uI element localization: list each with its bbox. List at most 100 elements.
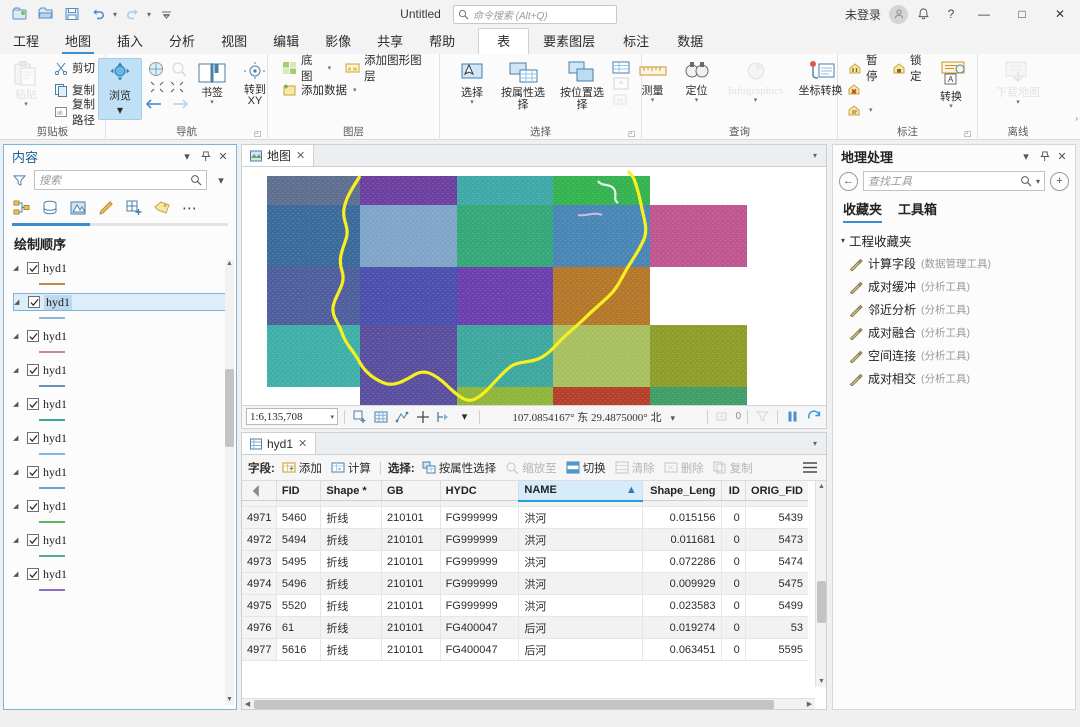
refresh-icon[interactable] — [805, 408, 822, 425]
new-project-icon[interactable] — [8, 3, 32, 25]
next-extent-icon[interactable] — [171, 97, 189, 111]
tab-toolboxes[interactable]: 工具箱 — [898, 199, 937, 223]
open-project-icon[interactable] — [34, 3, 58, 25]
list-item[interactable]: ◢ hyd1 — [5, 393, 235, 421]
list-by-snapping-icon[interactable] — [124, 198, 144, 218]
chevron-down-icon[interactable]: ◢ — [13, 434, 23, 442]
pause-drawing-icon[interactable] — [784, 408, 801, 425]
column-header-id[interactable]: ID — [721, 481, 746, 501]
layer-row[interactable]: ◢ hyd1 — [13, 327, 235, 345]
infographics-caret-icon[interactable]: ▾ — [754, 97, 758, 104]
convert-labels-button[interactable]: A 转换 ▾ — [931, 58, 971, 112]
layer-row[interactable]: ◢ hyd1 — [13, 497, 235, 515]
table-row[interactable]: 4976 61 折线 210101 FG400047 后河 0.019274 0… — [242, 616, 808, 639]
measure-tool-icon[interactable] — [435, 408, 452, 425]
select-caret-icon[interactable]: ▾ — [470, 99, 474, 106]
filter-icon[interactable] — [9, 170, 29, 190]
close-icon[interactable]: ✕ — [298, 437, 307, 450]
add-data-caret-icon[interactable]: ▾ — [353, 86, 357, 94]
geoprocessing-pane-menu-icon[interactable]: ▾ — [1017, 147, 1035, 165]
layer-row[interactable]: ◢ hyd1 — [13, 361, 235, 379]
select-by-location-button[interactable]: 按位置选择 — [553, 58, 611, 113]
list-by-drawing-order-icon[interactable] — [12, 198, 32, 218]
layer-row[interactable]: ◢ hyd1 — [13, 395, 235, 413]
fixed-zoom-icon[interactable] — [170, 60, 188, 78]
more-options-icon[interactable]: ⋯ — [180, 198, 200, 218]
contents-scroll-thumb[interactable] — [225, 369, 234, 447]
full-extent-icon[interactable] — [147, 60, 165, 78]
layer-visibility-checkbox[interactable] — [27, 432, 39, 444]
list-item[interactable]: ◢ hyd1 — [5, 495, 235, 523]
previous-extent-icon[interactable] — [145, 97, 163, 111]
list-item[interactable]: ◢ hyd1 — [5, 359, 235, 387]
locate-caret-icon[interactable]: ▾ — [695, 97, 699, 104]
add-tool-icon[interactable]: + — [1050, 171, 1069, 191]
column-header-orig-fid[interactable]: ORIG_FID — [745, 481, 808, 501]
undo-icon[interactable] — [86, 3, 110, 25]
map-scale-selector[interactable]: 1:6,135,708 ▾ — [246, 408, 338, 425]
contextual-tab-labeling[interactable]: 标注 — [609, 29, 663, 54]
map-tab-overflow-icon[interactable]: ▾ — [804, 145, 826, 166]
layer-visibility-checkbox[interactable] — [28, 296, 40, 308]
layer-row[interactable]: ◢ hyd1 — [13, 531, 235, 549]
contents-pane-close-icon[interactable]: ✕ — [214, 147, 232, 165]
label-options-caret-icon[interactable]: ▾ — [869, 106, 873, 114]
table-row[interactable]: 4973 5495 折线 210101 FG999999 洪河 0.072286… — [242, 550, 808, 573]
selection-dialog-launcher[interactable]: ◰ — [628, 129, 638, 139]
layer-row[interactable]: ◢ hyd1 — [13, 259, 235, 277]
undo-dropdown-icon[interactable]: ▾ — [112, 10, 118, 19]
table-tab-overflow-icon[interactable]: ▾ — [804, 433, 826, 454]
table-horizontal-scrollbar[interactable]: ◀ ▶ — [242, 698, 815, 709]
add-field-button[interactable]: 添加 — [280, 459, 324, 477]
list-by-labeling-icon[interactable] — [152, 198, 172, 218]
geoprocessing-pane-close-icon[interactable]: ✕ — [1053, 147, 1071, 165]
chevron-down-icon[interactable]: ◢ — [13, 400, 23, 408]
column-header-row[interactable]: ◣ — [242, 481, 277, 501]
attribute-table-icon[interactable] — [612, 60, 630, 75]
table-row[interactable]: 4977 5616 折线 210101 FG400047 后河 0.063451… — [242, 638, 808, 661]
list-item[interactable]: ◢ hyd1 — [5, 257, 235, 285]
tool-calculate-field[interactable]: 计算字段 (数据管理工具) — [833, 252, 1075, 275]
ribbon-tab-help[interactable]: 帮助 — [416, 29, 468, 54]
contextual-tab-data[interactable]: 数据 — [663, 29, 717, 54]
table-vertical-scrollbar[interactable]: ▲ ▼ — [815, 481, 826, 687]
infographics-button[interactable]: Infographics ▾ — [721, 58, 791, 106]
hamburger-menu-icon[interactable] — [800, 460, 820, 475]
calculate-field-button[interactable]: = 计算 — [329, 459, 373, 477]
layer-visibility-checkbox[interactable] — [27, 262, 39, 274]
save-project-icon[interactable] — [60, 3, 84, 25]
chevron-down-icon[interactable]: ◢ — [13, 570, 23, 578]
list-item[interactable]: ◢ hyd1 — [5, 325, 235, 353]
layer-visibility-checkbox[interactable] — [27, 534, 39, 546]
snapping-icon[interactable] — [393, 408, 410, 425]
column-header-shape[interactable]: Shape * — [320, 481, 382, 501]
notifications-bell-icon[interactable] — [910, 2, 936, 26]
tab-map[interactable]: 地图 ✕ — [242, 145, 315, 166]
labeling-dialog-launcher[interactable]: ◰ — [964, 129, 974, 139]
grid-icon[interactable] — [372, 408, 389, 425]
explore-caret-icon[interactable]: ▾ — [117, 103, 123, 117]
layer-row[interactable]: ◢ hyd1 — [13, 429, 235, 447]
add-point-icon[interactable] — [414, 408, 431, 425]
paste-caret-icon[interactable]: ▾ — [24, 101, 28, 108]
layer-visibility-checkbox[interactable] — [27, 398, 39, 410]
maximize-button[interactable]: □ — [1004, 0, 1040, 28]
avatar[interactable] — [889, 4, 908, 24]
layer-visibility-checkbox[interactable] — [27, 330, 39, 342]
close-icon[interactable]: ✕ — [296, 149, 305, 162]
add-graphics-layer-button[interactable]: 添加图形图层 — [341, 55, 433, 83]
redo-icon[interactable] — [120, 3, 144, 25]
contextual-tab-table[interactable]: 表 — [478, 28, 530, 54]
column-header-name[interactable]: NAME ▲ — [518, 481, 643, 502]
tool-pairwise-intersect[interactable]: 成对相交 (分析工具) — [833, 367, 1075, 390]
ribbon-tab-map[interactable]: 地图 — [52, 29, 104, 54]
chevron-down-icon[interactable]: ▾ — [841, 236, 845, 245]
clear-selection-icon[interactable] — [612, 92, 630, 107]
table-row[interactable]: 4971 5460 折线 210101 FG999999 洪河 0.015156… — [242, 506, 808, 529]
list-by-editing-icon[interactable] — [96, 198, 116, 218]
explore-button[interactable]: 浏览 ▾ — [98, 58, 142, 120]
list-by-data-source-icon[interactable] — [40, 198, 60, 218]
tool-pairwise-buffer[interactable]: 成对缓冲 (分析工具) — [833, 275, 1075, 298]
chevron-down-icon[interactable]: ◢ — [14, 298, 24, 306]
pause-labeling-button[interactable]: 暂停 — [844, 55, 885, 83]
